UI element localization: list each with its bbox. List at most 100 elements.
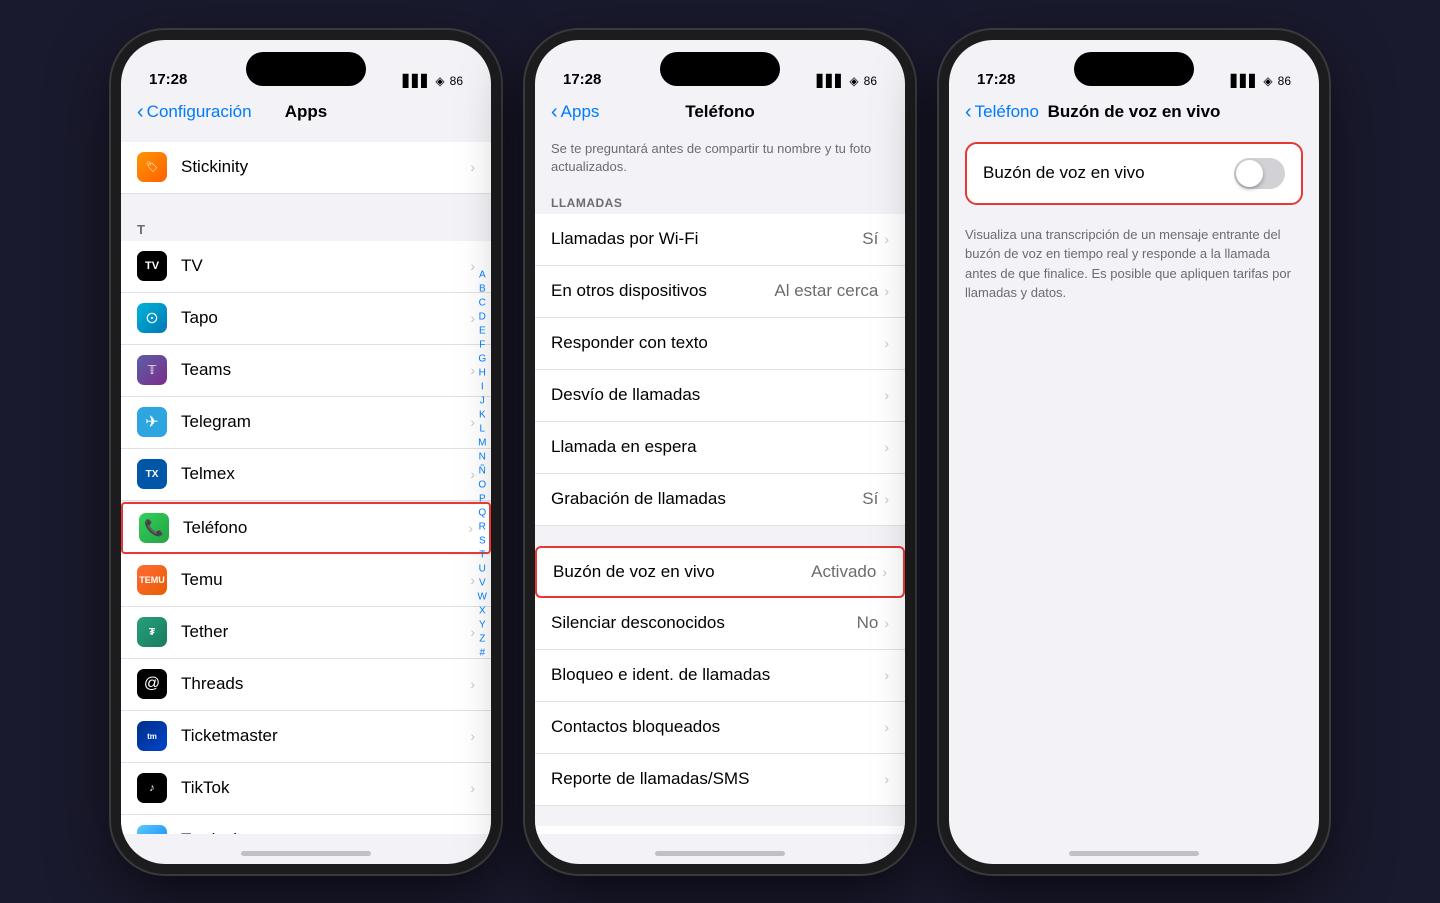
list-item-block-id[interactable]: Bloqueo e ident. de llamadas › [535, 650, 905, 702]
phone3-content: ‹ Teléfono Buzón de voz en vivo Buzón de… [949, 94, 1319, 834]
battery-icon-2: 86 [864, 74, 877, 88]
icon-tiktok: ♪ [137, 773, 167, 803]
app-name-tether: Tether [181, 622, 470, 642]
dynamic-island-1 [246, 52, 366, 86]
battery-icon-3: 86 [1278, 74, 1291, 88]
wifi-icon-3: ◈ [1263, 74, 1272, 88]
app-name-stickinity: Stickinity [181, 157, 470, 177]
list-item-blocked-contacts[interactable]: Contactos bloqueados › [535, 702, 905, 754]
icon-traducir: T [137, 825, 167, 834]
separator-buzon [535, 526, 905, 546]
signal-icon: ▋▋▋ [403, 74, 431, 88]
battery-icon: 86 [450, 74, 463, 88]
list-item-silence-unknown[interactable]: Silenciar desconocidos No › [535, 598, 905, 650]
alphabet-index: A B C D E F G H I J K L M N Ñ O P Q R S [478, 268, 487, 659]
list-item-buzon[interactable]: Buzón de voz en vivo Activado › [535, 546, 905, 598]
list-item-teams[interactable]: 𝕋 Teams › [121, 345, 491, 397]
list-item-call-divert[interactable]: Desvío de llamadas › [535, 370, 905, 422]
icon-telegram: ✈ [137, 407, 167, 437]
list-item-tapo[interactable]: ⊙ Tapo › [121, 293, 491, 345]
back-chevron-2: ‹ [551, 102, 558, 122]
icon-teams: 𝕋 [137, 355, 167, 385]
app-name-tapo: Tapo [181, 308, 470, 328]
back-button-2[interactable]: ‹ Apps [551, 102, 599, 122]
icon-threads: @ [137, 669, 167, 699]
value-other-devices: Al estar cerca [774, 281, 878, 301]
back-button-1[interactable]: ‹ Configuración [137, 102, 252, 122]
chevron-telmex: › [470, 466, 475, 482]
list-item-stickinity[interactable]: 🏷 Stickinity › [121, 142, 491, 194]
apps-list[interactable]: 🏷 Stickinity › T TV TV › ⊙ Tapo › 𝕋 [121, 130, 491, 834]
back-label-2: Apps [561, 102, 600, 122]
chevron-stickinity: › [470, 159, 475, 175]
telefono-settings-list: Se te preguntará antes de compartir tu n… [535, 130, 905, 834]
phone-3: 17:28 ▋▋▋ ◈ 86 ‹ Teléfono Buzón de voz e… [939, 30, 1329, 874]
app-name-tv: TV [181, 256, 470, 276]
icon-temu: TEMU [137, 565, 167, 595]
signal-icon-3: ▋▋▋ [1231, 74, 1259, 88]
separator-link [535, 806, 905, 826]
chevron-ticketmaster: › [470, 728, 475, 744]
icon-telefono: 📞 [139, 513, 169, 543]
app-name-teams: Teams [181, 360, 470, 380]
time-3: 17:28 [977, 71, 1015, 88]
list-item-password-voicemail[interactable]: Contraseña del buzón de voz [535, 826, 905, 834]
icon-telmex: TX [137, 459, 167, 489]
chevron-tether: › [470, 624, 475, 640]
label-call-recording: Grabación de llamadas [551, 489, 862, 509]
app-name-traducir: Traducir [181, 830, 470, 834]
list-item-wifi-calls[interactable]: Llamadas por Wi-Fi Sí › [535, 214, 905, 266]
buzon-toggle[interactable] [1234, 158, 1285, 189]
list-item-call-recording[interactable]: Grabación de llamadas Sí › [535, 474, 905, 526]
section-s [121, 130, 491, 142]
label-buzon: Buzón de voz en vivo [553, 562, 811, 582]
chevron-blocked-contacts: › [884, 719, 889, 735]
value-wifi-calls: Sí [862, 229, 878, 249]
list-item-traducir[interactable]: T Traducir › [121, 815, 491, 834]
dynamic-island-3 [1074, 52, 1194, 86]
signal-icon-2: ▋▋▋ [817, 74, 845, 88]
icon-ticketmaster: tm [137, 721, 167, 751]
separator-t [121, 194, 491, 214]
chevron-telegram: › [470, 414, 475, 430]
list-item-tv[interactable]: TV TV › [121, 241, 491, 293]
back-button-3[interactable]: ‹ Teléfono [965, 102, 1039, 122]
buzon-setting-card[interactable]: Buzón de voz en vivo [965, 142, 1303, 205]
toggle-knob [1236, 160, 1263, 187]
chevron-telefono: › [468, 520, 473, 536]
app-name-ticketmaster: Ticketmaster [181, 726, 470, 746]
list-item-tiktok[interactable]: ♪ TikTok › [121, 763, 491, 815]
list-item-telefono[interactable]: 📞 Teléfono › [121, 502, 491, 554]
list-item-tether[interactable]: ₮ Tether › [121, 607, 491, 659]
list-item-report-calls[interactable]: Reporte de llamadas/SMS › [535, 754, 905, 806]
nav-bar-3: ‹ Teléfono Buzón de voz en vivo [949, 94, 1319, 130]
icon-stickinity: 🏷 [137, 152, 167, 182]
list-item-telegram[interactable]: ✈ Telegram › [121, 397, 491, 449]
chevron-teams: › [470, 362, 475, 378]
llamadas-header: LLAMADAS [535, 188, 905, 214]
nav-title-2: Teléfono [685, 102, 755, 122]
label-other-devices: En otros dispositivos [551, 281, 774, 301]
label-silence-unknown: Silenciar desconocidos [551, 613, 857, 633]
phone-1: 17:28 ▋▋▋ ◈ 86 ‹ Configuración Apps 🏷 [111, 30, 501, 874]
label-call-divert: Desvío de llamadas [551, 385, 884, 405]
label-wifi-calls: Llamadas por Wi-Fi [551, 229, 862, 249]
list-item-ticketmaster[interactable]: tm Ticketmaster › [121, 711, 491, 763]
list-item-temu[interactable]: TEMU Temu › [121, 555, 491, 607]
chevron-call-waiting: › [884, 439, 889, 455]
list-item-respond-text[interactable]: Responder con texto › [535, 318, 905, 370]
app-name-telegram: Telegram [181, 412, 470, 432]
chevron-block-id: › [884, 667, 889, 683]
chevron-buzon: › [882, 564, 887, 580]
icon-tv: TV [137, 251, 167, 281]
app-name-threads: Threads [181, 674, 470, 694]
list-item-telmex[interactable]: TX Telmex › [121, 449, 491, 501]
list-item-other-devices[interactable]: En otros dispositivos Al estar cerca › [535, 266, 905, 318]
back-chevron-1: ‹ [137, 102, 144, 122]
list-item-threads[interactable]: @ Threads › [121, 659, 491, 711]
phone1-content: ‹ Configuración Apps 🏷 Stickinity › T TV… [121, 94, 491, 834]
list-item-call-waiting[interactable]: Llamada en espera › [535, 422, 905, 474]
chevron-silence-unknown: › [884, 615, 889, 631]
chevron-tiktok: › [470, 780, 475, 796]
nav-bar-2: ‹ Apps Teléfono [535, 94, 905, 130]
